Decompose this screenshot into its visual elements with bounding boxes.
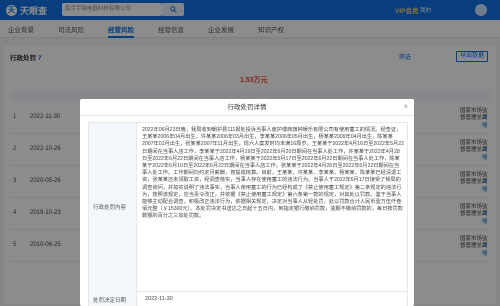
penalty-detail-modal: 行政处罚详情 × 行政处罚内容 2022年06月23日晚，我局收到朝护县111报… <box>80 99 414 306</box>
decision-date: 2022-11-30 <box>145 296 173 302</box>
content-row: 行政处罚内容 2022年06月23日晚，我局收到朝护县111报处投诉当事人南护博… <box>88 122 408 293</box>
date-label: 处罚决定日期 <box>93 298 127 304</box>
modal-title: 行政处罚详情 <box>80 99 414 116</box>
date-row: 处罚决定日期 2022-11-30 <box>88 292 408 306</box>
penalty-content-text: 2022年06月23日晚，我局收到朝护县111报处投诉当事人南护博商旗钟娱乐有限… <box>142 127 404 220</box>
content-label: 行政处罚内容 <box>93 205 127 211</box>
close-icon[interactable]: × <box>403 102 408 112</box>
